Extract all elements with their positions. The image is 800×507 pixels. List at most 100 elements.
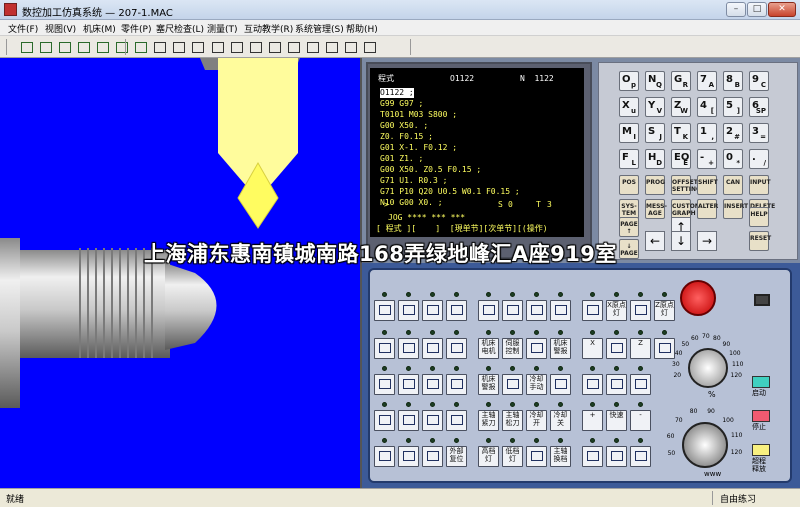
part-button[interactable] (94, 38, 112, 56)
stop-button[interactable] (752, 410, 770, 422)
operator-button[interactable] (502, 300, 523, 321)
overtravel-button[interactable] (752, 444, 770, 456)
start-button[interactable] (752, 376, 770, 388)
key-reset[interactable]: RESET (749, 231, 771, 251)
pan-button[interactable] (209, 38, 227, 56)
minimize-button[interactable]: – (726, 2, 746, 17)
menu-gauge-check[interactable]: 塞尺检查(L) (156, 22, 204, 35)
operator-button[interactable] (526, 300, 547, 321)
emergency-stop-button[interactable] (680, 280, 716, 316)
operator-button[interactable] (422, 410, 443, 431)
key-help[interactable]: HELP (749, 207, 769, 227)
zoom-out-button[interactable] (170, 38, 188, 56)
operator-button[interactable] (422, 374, 443, 395)
maximize-button[interactable]: □ (747, 2, 767, 17)
key-customgraph[interactable]: CUSTOM GRAPH (671, 199, 701, 219)
key-m[interactable]: MI (619, 123, 639, 143)
key-x[interactable]: Xu (619, 97, 639, 117)
key-7[interactable]: 7A (697, 71, 717, 91)
key-eob[interactable]: EOBE (671, 149, 691, 169)
menu-help[interactable]: 帮助(H) (346, 22, 378, 35)
key-8[interactable]: 8B (723, 71, 743, 91)
key-g[interactable]: GR (671, 71, 691, 91)
operator-button[interactable]: 低档灯 (502, 446, 523, 467)
operator-button[interactable]: 冷却手动 (526, 374, 547, 395)
menu-file[interactable]: 文件(F) (8, 22, 38, 35)
operator-button[interactable] (422, 446, 443, 467)
list-button[interactable] (323, 38, 341, 56)
operator-button[interactable] (374, 300, 395, 321)
operator-button[interactable]: 主轴紧刀 (478, 410, 499, 431)
operator-button[interactable] (446, 410, 467, 431)
menu-part[interactable]: 零件(P) (121, 22, 151, 35)
settings-button[interactable] (132, 38, 150, 56)
key-t[interactable]: TK (671, 123, 691, 143)
key-alter[interactable]: ALTER (697, 199, 718, 219)
key-z[interactable]: ZW (671, 97, 691, 117)
key-message[interactable]: MESS-AGE (645, 199, 667, 219)
rotate-button[interactable] (228, 38, 246, 56)
close-button[interactable]: ✕ (768, 2, 796, 17)
operator-button[interactable]: 主轴换档 (550, 446, 571, 467)
operator-button[interactable] (630, 300, 651, 321)
key-offsetsetting[interactable]: OFFSET SETTING (671, 175, 701, 195)
key-page-up[interactable]: PAGE ↑ (619, 217, 639, 237)
view-top-button[interactable] (266, 38, 284, 56)
operator-button[interactable] (502, 374, 523, 395)
fixture-button[interactable] (56, 38, 74, 56)
key-5[interactable]: 5] (723, 97, 743, 117)
key-.[interactable]: . / (749, 149, 769, 169)
operator-button[interactable]: X原点灯 (606, 300, 627, 321)
key-shift[interactable]: SHIFT (697, 175, 718, 195)
operator-button[interactable]: 冷却开 (526, 410, 547, 431)
operator-button[interactable] (398, 446, 419, 467)
key-prog[interactable]: PROG (645, 175, 665, 195)
key-y[interactable]: YV (645, 97, 665, 117)
operator-button[interactable]: 快速 (606, 410, 627, 431)
operator-button[interactable] (630, 446, 651, 467)
operator-button[interactable] (374, 374, 395, 395)
key-can[interactable]: CAN (723, 175, 743, 195)
operator-button[interactable] (374, 338, 395, 359)
operator-button[interactable]: Z原点灯 (654, 300, 675, 321)
operator-button[interactable] (422, 338, 443, 359)
feed-override-knob[interactable] (688, 348, 728, 388)
key-system[interactable]: SYS-TEM (619, 199, 639, 219)
operator-button[interactable] (446, 374, 467, 395)
operator-button[interactable] (582, 374, 603, 395)
operator-button[interactable] (654, 338, 675, 359)
operator-button[interactable] (398, 300, 419, 321)
menu-machine[interactable]: 机床(M) (83, 22, 116, 35)
operator-button[interactable]: 外部复位 (446, 446, 467, 467)
operator-button[interactable]: 高档灯 (478, 446, 499, 467)
zoom-in-button[interactable] (151, 38, 169, 56)
key-s[interactable]: SJ (645, 123, 665, 143)
key-input[interactable]: INPUT (749, 175, 771, 195)
key-arrow-down[interactable]: ↓ (671, 231, 691, 251)
key-pos[interactable]: POS (619, 175, 639, 195)
display-button[interactable] (361, 38, 379, 56)
operator-button[interactable] (550, 300, 571, 321)
key--[interactable]: - + (697, 149, 717, 169)
menu-view[interactable]: 视图(V) (45, 22, 76, 35)
operator-button[interactable] (606, 374, 627, 395)
operator-button[interactable] (550, 374, 571, 395)
measure-button[interactable] (113, 38, 131, 56)
key-2[interactable]: 2 # (723, 123, 743, 143)
operator-button[interactable]: Z (630, 338, 651, 359)
operator-button[interactable] (526, 338, 547, 359)
operator-button[interactable] (630, 374, 651, 395)
operator-button[interactable]: 冷却关 (550, 410, 571, 431)
spindle-override-knob[interactable] (682, 422, 728, 468)
key-9[interactable]: 9C (749, 71, 769, 91)
key-6[interactable]: 6 SP (749, 97, 769, 117)
operator-button[interactable] (398, 338, 419, 359)
view-front-button[interactable] (247, 38, 265, 56)
view-right-button[interactable] (304, 38, 322, 56)
key-1[interactable]: 1, (697, 123, 717, 143)
operator-button[interactable] (582, 300, 603, 321)
key-insert[interactable]: INSERT (723, 199, 748, 219)
machine-button[interactable] (18, 38, 36, 56)
menu-interactive-teaching[interactable]: 互动教学(R) (244, 22, 293, 35)
operator-button[interactable] (374, 410, 395, 431)
